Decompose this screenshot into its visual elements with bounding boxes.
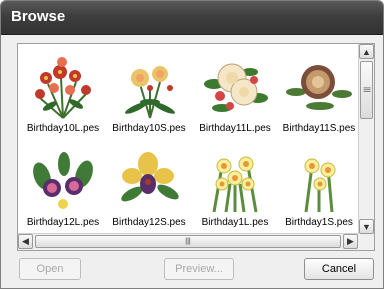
thumbnail-item[interactable]: Birthday12L.pes bbox=[20, 144, 106, 238]
chevron-right-icon: ▶ bbox=[347, 236, 354, 246]
grip-icon: ||| bbox=[185, 238, 191, 245]
scroll-right-button[interactable]: ▶ bbox=[343, 234, 358, 249]
cancel-button[interactable]: Cancel bbox=[304, 258, 374, 280]
file-name: Birthday1L.pes bbox=[201, 217, 269, 228]
thumbnail-item[interactable]: Birthday10S.pes bbox=[106, 50, 192, 144]
flower-bouquet-icon bbox=[212, 156, 258, 213]
thumbnail-item[interactable]: Birthday1L.pes bbox=[192, 144, 278, 238]
vertical-scroll-thumb[interactable]: ||| bbox=[360, 61, 373, 119]
thumbnail-item[interactable]: Birthday11L.pes bbox=[192, 50, 278, 144]
flower-bouquet-icon bbox=[33, 152, 93, 209]
scroll-left-button[interactable]: ◀ bbox=[18, 234, 33, 249]
thumbnail-grid: Birthday10L.pes Birthday10S.pes Birthday… bbox=[18, 44, 360, 234]
open-button[interactable]: Open bbox=[19, 258, 81, 280]
scrollbar-corner bbox=[358, 234, 374, 250]
vertical-scrollbar[interactable]: ▲ ||| ▼ bbox=[358, 44, 374, 234]
window-title: Browse bbox=[11, 8, 66, 25]
preview-button[interactable]: Preview... bbox=[164, 258, 234, 280]
title-bar[interactable]: Browse bbox=[1, 1, 383, 35]
file-name: Birthday12S.pes bbox=[112, 217, 186, 228]
file-name: Birthday10L.pes bbox=[26, 123, 100, 134]
chevron-down-icon: ▼ bbox=[362, 221, 371, 232]
thumbnail-list: Birthday10L.pes Birthday10S.pes Birthday… bbox=[17, 43, 375, 251]
file-name: Birthday1S.pes bbox=[285, 217, 353, 228]
thumbnail-item[interactable]: Birthday11S.pes bbox=[276, 50, 362, 144]
file-name: Birthday11L.pes bbox=[199, 123, 271, 134]
horizontal-scrollbar[interactable]: ◀ ||| ▶ bbox=[18, 233, 359, 250]
grip-icon: ||| bbox=[363, 87, 370, 93]
chevron-left-icon: ◀ bbox=[22, 236, 29, 246]
thumbnail-item[interactable]: Birthday10L.pes bbox=[20, 50, 106, 144]
flower-bouquet-icon bbox=[121, 152, 179, 202]
flower-bouquet-icon bbox=[125, 66, 175, 119]
scroll-down-button[interactable]: ▼ bbox=[359, 219, 374, 234]
thumbnail-item[interactable]: Birthday12S.pes bbox=[106, 144, 192, 238]
scroll-up-button[interactable]: ▲ bbox=[359, 44, 374, 59]
chevron-up-icon: ▲ bbox=[362, 46, 371, 57]
browse-dialog: Browse Birthday10L.pes Birthday10S.pes B… bbox=[0, 0, 384, 289]
file-name: Birthday12L.pes bbox=[26, 217, 100, 228]
thumbnail-item[interactable]: Birthday1S.pes bbox=[276, 144, 362, 238]
file-name: Birthday11S.pes bbox=[282, 123, 356, 134]
horizontal-scroll-thumb[interactable]: ||| bbox=[35, 235, 341, 248]
flower-bouquet-icon bbox=[35, 57, 91, 119]
flower-bouquet-icon bbox=[286, 65, 352, 110]
file-name: Birthday10S.pes bbox=[112, 123, 186, 134]
flower-bouquet-icon bbox=[304, 158, 336, 213]
flower-bouquet-icon bbox=[204, 63, 268, 112]
dialog-body: Birthday10L.pes Birthday10S.pes Birthday… bbox=[1, 35, 383, 288]
